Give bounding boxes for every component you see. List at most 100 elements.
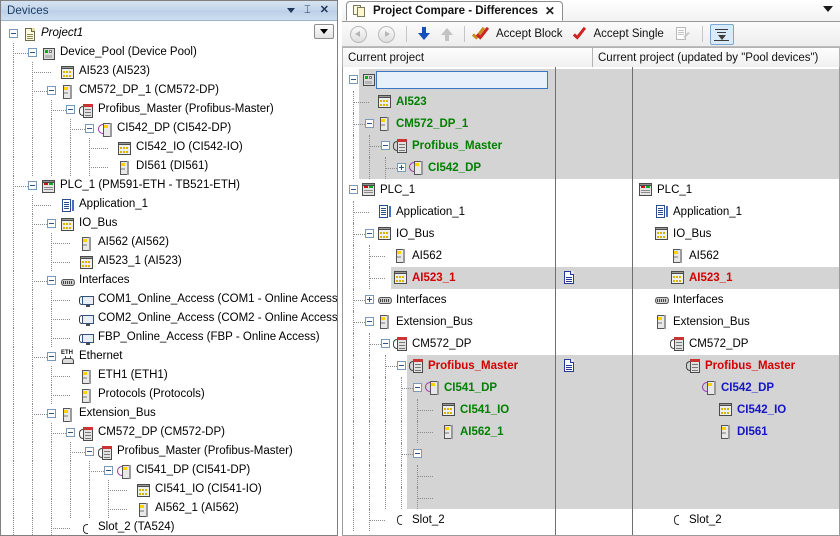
diff-row-left[interactable]: Profibus_Master xyxy=(343,355,555,377)
report-button[interactable] xyxy=(671,23,695,45)
diff-row-left[interactable]: PLC_1 xyxy=(343,179,555,201)
close-icon[interactable]: ✕ xyxy=(320,5,329,16)
tree-line xyxy=(13,328,15,347)
diff-row-left[interactable]: IO_Bus xyxy=(343,223,555,245)
tree-line xyxy=(369,355,371,377)
tree-expander[interactable] xyxy=(413,449,422,458)
previous-difference-button[interactable] xyxy=(437,23,457,45)
tree-expander[interactable] xyxy=(47,219,56,228)
tree-line xyxy=(32,233,34,252)
toolbar-divider xyxy=(702,26,703,42)
tree-expander[interactable] xyxy=(381,339,390,348)
diff-row-left[interactable]: CI541_IO xyxy=(343,399,555,421)
tree-expander[interactable] xyxy=(47,276,56,285)
diff-row-left[interactable] xyxy=(343,487,555,509)
io-module-icon xyxy=(377,226,393,242)
diff-node-label: PLC_1 xyxy=(657,179,692,201)
diff-row-left[interactable]: CI542_DP xyxy=(343,157,555,179)
tree-expander[interactable] xyxy=(85,447,94,456)
tree-line xyxy=(32,499,34,518)
accept-block-button[interactable]: Accept Block xyxy=(472,23,566,45)
device-module-icon xyxy=(393,248,409,264)
panel-menu-chevron-down-icon[interactable] xyxy=(287,5,295,16)
diff-row-left[interactable]: Slot_2 xyxy=(343,509,555,531)
tree-line xyxy=(32,119,34,138)
tree-line xyxy=(32,309,34,328)
tree-expander[interactable] xyxy=(397,361,406,370)
io-module-icon xyxy=(60,217,76,233)
back-button[interactable] xyxy=(346,23,371,45)
tab-close-icon[interactable]: ✕ xyxy=(545,4,555,18)
tree-expander[interactable] xyxy=(349,185,358,194)
device-module-icon xyxy=(654,314,670,330)
pin-icon[interactable]: ⌶ xyxy=(304,5,311,16)
tree-line xyxy=(89,480,91,499)
tree-line xyxy=(353,399,355,421)
tree-expander[interactable] xyxy=(349,75,358,84)
tree-expander[interactable] xyxy=(9,29,18,38)
diff-row-left[interactable]: Device_Pool xyxy=(343,69,555,91)
tree-expander[interactable] xyxy=(85,124,94,133)
tree-line xyxy=(70,480,72,499)
tree-line xyxy=(13,309,15,328)
tree-line xyxy=(89,148,108,150)
difference-highlight xyxy=(556,69,632,179)
tree-expander[interactable] xyxy=(365,229,374,238)
diff-row-left[interactable]: CI541_DP xyxy=(343,377,555,399)
tree-line xyxy=(353,245,355,267)
tree-expander[interactable] xyxy=(47,409,56,418)
tree-expander[interactable] xyxy=(28,181,37,190)
tree-line xyxy=(385,377,387,399)
devices-tree[interactable]: Project1Device_Pool (Device Pool)AI523 (… xyxy=(1,22,337,535)
interfaces-icon xyxy=(654,292,670,308)
diff-row-left[interactable]: AI523_1 xyxy=(343,267,555,289)
diff-node-label: Interfaces xyxy=(673,289,724,311)
tree-expander[interactable] xyxy=(104,466,113,475)
diff-row-left[interactable]: CM572_DP xyxy=(343,333,555,355)
tab-project-compare-differences[interactable]: Project Compare - Differences ✕ xyxy=(346,1,563,21)
io-module-icon xyxy=(654,226,670,242)
compare-mode-toggle-button[interactable] xyxy=(710,24,734,45)
compare-diff-view[interactable]: Device_PoolAI523CM572_DP_1Profibus_Maste… xyxy=(342,67,840,536)
tree-expander[interactable] xyxy=(28,48,37,57)
tree-expander[interactable] xyxy=(66,428,75,437)
tree-expander[interactable] xyxy=(397,163,406,172)
io-module-icon xyxy=(377,94,393,110)
io-module-icon xyxy=(718,402,734,418)
tree-expander[interactable] xyxy=(365,295,374,304)
tree-expander[interactable] xyxy=(47,352,56,361)
tree-expander[interactable] xyxy=(365,317,374,326)
diff-row-left[interactable]: AI562_1 xyxy=(343,421,555,443)
tree-item-label: PLC_1 (PM591-ETH - TB521-ETH) xyxy=(60,176,240,195)
tree-expander[interactable] xyxy=(66,105,75,114)
tree-expander[interactable] xyxy=(365,119,374,128)
diff-row-left[interactable]: Profibus_Master xyxy=(343,135,555,157)
diff-row-left[interactable] xyxy=(343,443,555,465)
tab-list-chevron-down-icon[interactable] xyxy=(823,6,833,12)
next-difference-button[interactable] xyxy=(414,23,434,45)
tree-line xyxy=(13,442,15,461)
tree-line xyxy=(32,442,34,461)
profibus-slave-icon xyxy=(702,380,718,396)
diff-row-left[interactable]: Project Settings xyxy=(343,531,555,536)
diff-row-left[interactable]: Interfaces xyxy=(343,289,555,311)
difference-detail-icon[interactable] xyxy=(561,270,577,286)
tree-expander[interactable] xyxy=(381,141,390,150)
diff-row-left[interactable]: Application_1 xyxy=(343,201,555,223)
tree-item-label: FBP_Online_Access (FBP - Online Access) xyxy=(98,328,320,347)
devices-panel-titlebar: Devices ⌶ ✕ xyxy=(1,1,337,21)
profibus-master-icon xyxy=(98,445,114,461)
diff-row-left[interactable]: AI523 xyxy=(343,91,555,113)
difference-detail-icon[interactable] xyxy=(561,358,577,374)
accept-single-button[interactable]: Accept Single xyxy=(569,23,667,45)
online-access-monitor-icon xyxy=(79,312,95,328)
forward-button[interactable] xyxy=(374,23,399,45)
diff-row-left[interactable]: Extension_Bus xyxy=(343,311,555,333)
diff-row-left[interactable] xyxy=(343,465,555,487)
tree-expander[interactable] xyxy=(47,86,56,95)
diff-row-left[interactable]: CM572_DP_1 xyxy=(343,113,555,135)
toolbar-divider xyxy=(464,26,465,42)
tree-expander[interactable] xyxy=(413,383,422,392)
diff-row-left[interactable]: AI562 xyxy=(343,245,555,267)
tree-line xyxy=(13,271,15,290)
